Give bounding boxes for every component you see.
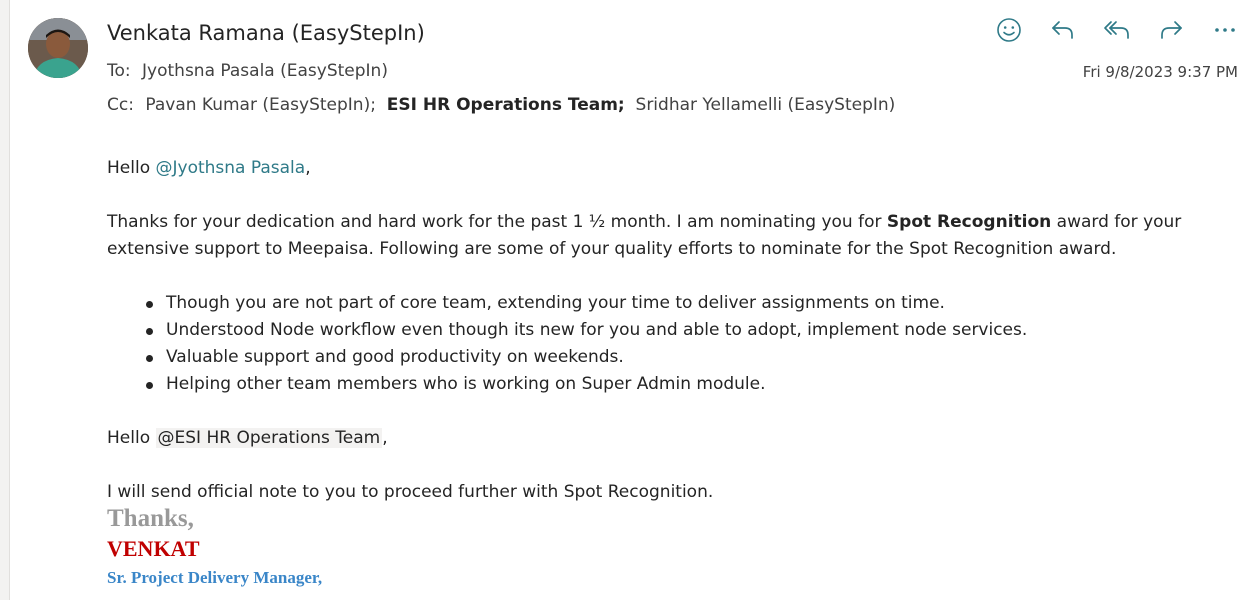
mention-link[interactable]: @ESI HR Operations Team (155, 428, 383, 448)
signature-name: VENKAT (107, 536, 200, 561)
greeting-line: Hello @ESI HR Operations Team, (107, 425, 1227, 452)
reply-icon (1052, 21, 1073, 39)
to-line: To: Jyothsna Pasala (EasyStepIn) (107, 61, 388, 81)
cc-recipient[interactable]: Pavan Kumar (EasyStepIn); (145, 95, 376, 115)
list-item: Helping other team members who is workin… (146, 371, 1227, 398)
punctuation: , (305, 158, 311, 178)
greeting-text: Hello (107, 428, 156, 448)
cc-recipient[interactable]: ESI HR Operations Team; (387, 95, 625, 115)
list-item: Though you are not part of core team, ex… (146, 290, 1227, 317)
forward-icon (1161, 21, 1182, 39)
cc-label: Cc: (107, 95, 134, 115)
greeting-line: Hello @Jyothsna Pasala, (107, 155, 1227, 182)
bold-text: Spot Recognition (886, 212, 1052, 232)
reply-all-icon (1104, 21, 1129, 39)
punctuation: , (382, 428, 388, 448)
signature-thanks: Thanks, (107, 505, 194, 532)
sender-name[interactable]: Venkata Ramana (EasyStepIn) (107, 21, 425, 45)
paragraph: Thanks for your dedication and hard work… (107, 209, 1227, 263)
bullet-list: Though you are not part of core team, ex… (107, 290, 1227, 398)
list-item: Valuable support and good productivity o… (146, 344, 1227, 371)
greeting-text: Hello (107, 158, 156, 178)
mention-link[interactable]: @Jyothsna Pasala (156, 158, 306, 178)
avatar-photo (28, 18, 88, 78)
to-recipient[interactable]: Jyothsna Pasala (EasyStepIn) (142, 61, 388, 81)
reply-button[interactable] (1046, 14, 1080, 46)
signature-title: Sr. Project Delivery Manager, (107, 568, 323, 587)
forward-button[interactable] (1154, 14, 1188, 46)
avatar[interactable] (28, 18, 88, 78)
to-label: To: (107, 61, 131, 81)
list-item: Understood Node workflow even though its… (146, 317, 1227, 344)
smiley-icon (997, 18, 1021, 42)
message-body: Hello @Jyothsna Pasala, Thanks for your … (107, 155, 1227, 506)
more-icon (1215, 28, 1235, 32)
cc-recipient[interactable]: Sridhar Yellamelli (EasyStepIn) (636, 95, 896, 115)
paragraph-text: Thanks for your dedication and hard work… (107, 212, 887, 232)
reply-all-button[interactable] (1100, 14, 1134, 46)
react-button[interactable] (992, 14, 1026, 46)
cc-line: Cc: Pavan Kumar (EasyStepIn); ESI HR Ope… (107, 95, 895, 115)
paragraph: I will send official note to you to proc… (107, 482, 714, 502)
sent-date: Fri 9/8/2023 9:37 PM (1082, 63, 1238, 81)
reading-pane-edge (0, 0, 10, 600)
more-actions-button[interactable] (1208, 14, 1242, 46)
